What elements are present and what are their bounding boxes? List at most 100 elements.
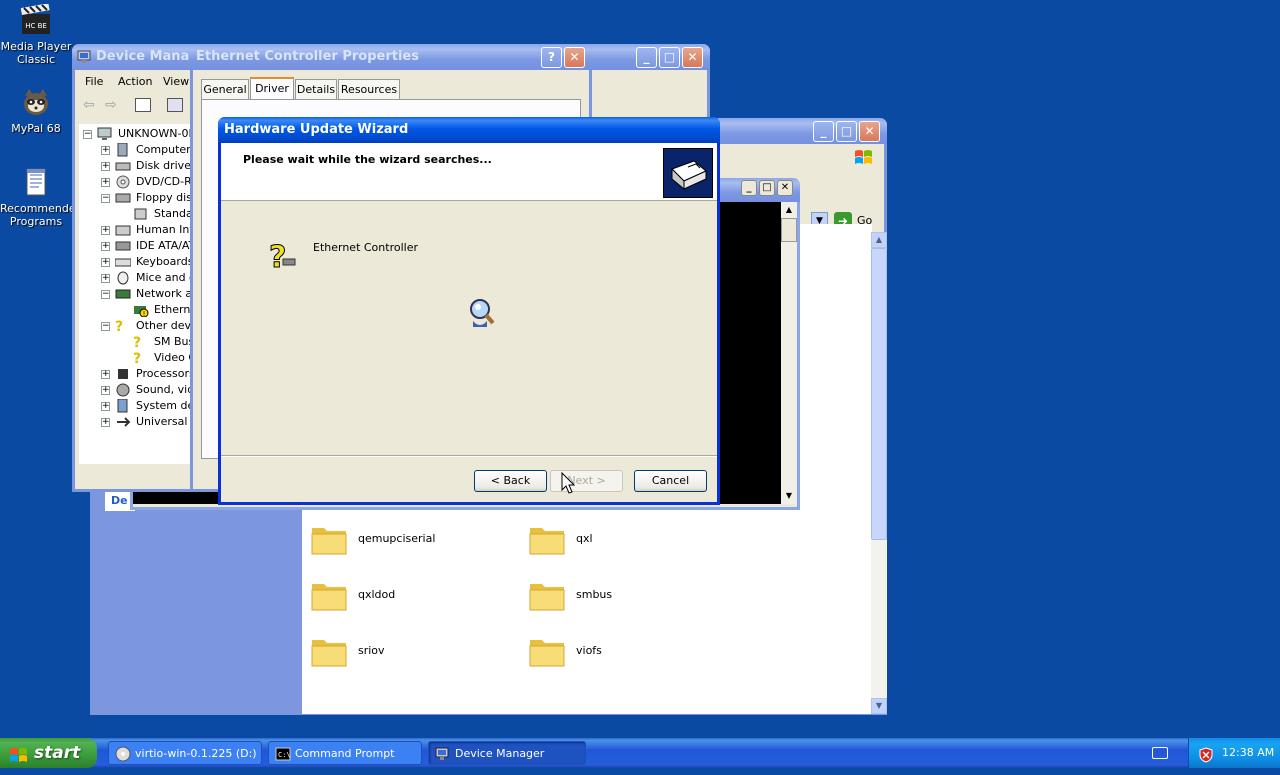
tree-item[interactable]: + Processors bbox=[101, 366, 193, 382]
menu-action[interactable]: Action bbox=[118, 75, 152, 88]
taskbar-item-command-prompt[interactable]: C:\ Command Prompt bbox=[268, 741, 422, 765]
tree-item[interactable]: − Floppy disk bbox=[101, 190, 193, 206]
tree-item[interactable]: + Disk drives bbox=[101, 158, 193, 174]
scroll-up-button[interactable]: ▲ bbox=[781, 202, 797, 218]
windows-logo-icon bbox=[854, 148, 874, 166]
tree-item[interactable]: Standa bbox=[119, 206, 193, 222]
desktop-icon-media-player-classic[interactable]: HC BE Media Player Classic bbox=[0, 3, 72, 66]
properties-titlebar[interactable]: Ethernet Controller Properties bbox=[190, 44, 592, 70]
device-question-icon: ? bbox=[265, 239, 297, 276]
back-arrow-icon[interactable]: ⇦ bbox=[83, 97, 95, 113]
tree-item[interactable]: −? Other devic bbox=[101, 318, 193, 335]
expand-icon[interactable]: + bbox=[101, 402, 110, 411]
tree-item[interactable]: ! Etherne bbox=[119, 302, 193, 318]
wizard-separator bbox=[221, 455, 717, 457]
taskbar-item-device-manager[interactable]: Device Manager bbox=[428, 741, 586, 765]
close-button[interactable]: ✕ bbox=[564, 47, 585, 68]
scroll-thumb[interactable] bbox=[871, 248, 887, 540]
close-button[interactable]: ✕ bbox=[859, 121, 880, 142]
dvd-drive-icon bbox=[115, 175, 131, 189]
tree-item[interactable]: + Universal S bbox=[101, 414, 193, 430]
tab-strip: General Driver Details Resources bbox=[199, 77, 589, 100]
minimize-button[interactable]: _ bbox=[741, 180, 757, 196]
minimize-button[interactable]: _ bbox=[636, 47, 657, 68]
tree-item[interactable]: ? Video C bbox=[119, 350, 193, 367]
expand-icon[interactable]: + bbox=[101, 178, 110, 187]
cd-drive-icon bbox=[115, 746, 131, 762]
menu-view[interactable]: View bbox=[163, 75, 189, 88]
tree-item[interactable]: − Network ac bbox=[101, 286, 193, 302]
scroll-thumb[interactable] bbox=[781, 218, 797, 242]
command-prompt-icon: C:\ bbox=[275, 746, 291, 762]
close-button[interactable]: ✕ bbox=[682, 47, 703, 68]
folder-label: qxldod bbox=[358, 588, 396, 601]
tree-item[interactable]: + DVD/CD-RO bbox=[101, 174, 193, 190]
collapse-icon[interactable]: − bbox=[101, 194, 110, 203]
console-tree-icon[interactable] bbox=[135, 98, 151, 112]
question-mark-icon: ? bbox=[115, 319, 124, 335]
start-button[interactable]: start bbox=[0, 738, 97, 768]
wizard-title: Hardware Update Wizard bbox=[224, 122, 409, 137]
expand-icon[interactable]: + bbox=[101, 258, 110, 267]
cancel-button[interactable]: Cancel bbox=[634, 470, 707, 492]
tree-root[interactable]: − UNKNOWN-0D1 bbox=[83, 126, 193, 142]
tree-label: Disk drives bbox=[136, 159, 193, 172]
tree-label: Computer bbox=[136, 143, 191, 156]
expand-icon[interactable]: + bbox=[101, 162, 110, 171]
tree-label: Human Inte bbox=[136, 223, 193, 236]
maximize-button[interactable]: □ bbox=[759, 180, 775, 196]
device-name: Ethernet Controller bbox=[313, 241, 418, 254]
expand-icon[interactable]: + bbox=[101, 274, 110, 283]
expand-icon[interactable]: + bbox=[101, 418, 110, 427]
desktop-icon-mypal[interactable]: MyPal 68 bbox=[0, 86, 72, 135]
tree-label: Other devic bbox=[136, 319, 193, 332]
tab-resources[interactable]: Resources bbox=[338, 79, 400, 99]
minimize-button[interactable]: _ bbox=[813, 121, 834, 142]
tree-label: Mice and ot bbox=[136, 271, 193, 284]
menu-file[interactable]: File bbox=[85, 75, 103, 88]
maximize-button[interactable]: □ bbox=[836, 121, 857, 142]
tab-driver[interactable]: Driver bbox=[250, 77, 294, 100]
scroll-up-button[interactable]: ▲ bbox=[871, 232, 887, 248]
expand-icon[interactable]: + bbox=[101, 242, 110, 251]
properties-icon[interactable] bbox=[167, 98, 183, 112]
expand-icon[interactable]: + bbox=[101, 386, 110, 395]
help-button[interactable]: ? bbox=[541, 47, 562, 68]
forward-arrow-icon[interactable]: ⇨ bbox=[105, 97, 117, 113]
close-button[interactable]: ✕ bbox=[777, 180, 793, 196]
keyboard-layout-icon[interactable] bbox=[1152, 747, 1168, 759]
wizard-titlebar[interactable]: Hardware Update Wizard bbox=[218, 117, 720, 143]
vertical-scrollbar[interactable]: ▲ ▼ bbox=[871, 232, 887, 714]
collapse-icon[interactable]: − bbox=[101, 322, 110, 331]
tree-item[interactable]: + Keyboards bbox=[101, 254, 193, 270]
ide-controller-icon bbox=[115, 239, 131, 253]
expand-icon[interactable]: + bbox=[101, 146, 110, 155]
security-shield-icon[interactable] bbox=[1199, 745, 1213, 763]
tree-item[interactable]: ? SM Bus bbox=[119, 334, 193, 351]
tree-item[interactable]: + Human Inte bbox=[101, 222, 193, 238]
tab-details[interactable]: Details bbox=[295, 79, 337, 99]
task-label: Device Manager bbox=[455, 747, 545, 760]
tree-item[interactable]: + System dev bbox=[101, 398, 193, 414]
floppy-controller-icon bbox=[133, 207, 149, 221]
expand-icon[interactable]: + bbox=[101, 226, 110, 235]
tree-item[interactable]: + IDE ATA/AT bbox=[101, 238, 193, 254]
svg-text:HC BE: HC BE bbox=[25, 22, 47, 30]
scroll-down-button[interactable]: ▼ bbox=[871, 698, 887, 714]
tree-item[interactable]: + Sound, vide bbox=[101, 382, 193, 398]
tree-item[interactable]: + Mice and ot bbox=[101, 270, 193, 286]
scroll-down-button[interactable]: ▼ bbox=[781, 488, 797, 504]
desktop-icon-recommended-programs[interactable]: Recommended Programs bbox=[0, 166, 83, 228]
console-scrollbar[interactable]: ▲ ▼ bbox=[781, 202, 797, 504]
maximize-button[interactable]: □ bbox=[659, 47, 680, 68]
tree-item[interactable]: + Computer bbox=[101, 142, 193, 158]
collapse-icon[interactable]: − bbox=[101, 290, 110, 299]
taskbar-item-virtio[interactable]: virtio-win-0.1.225 (D:) bbox=[108, 741, 262, 765]
back-button[interactable]: < Back bbox=[474, 470, 547, 492]
wizard-header: Please wait while the wizard searches... bbox=[221, 143, 717, 201]
collapse-icon[interactable]: − bbox=[83, 130, 92, 139]
dialog-title: Ethernet Controller Properties bbox=[196, 49, 419, 64]
folder-icon bbox=[310, 522, 348, 556]
tab-general[interactable]: General bbox=[201, 79, 249, 99]
expand-icon[interactable]: + bbox=[101, 370, 110, 379]
